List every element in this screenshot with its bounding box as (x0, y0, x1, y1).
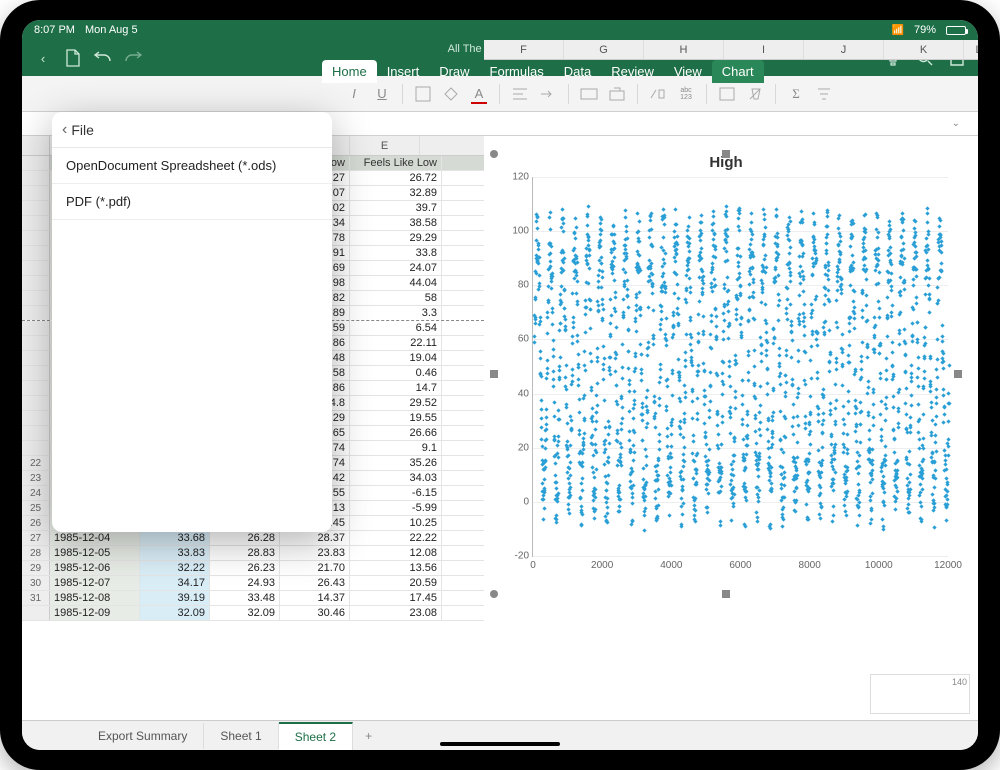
popover-back-label[interactable]: File (71, 122, 94, 138)
table-row[interactable]: 281985-12-0533.8328.8323.8312.08 (22, 546, 484, 561)
y-tick: 60 (503, 334, 529, 345)
sheet-tab-export-summary[interactable]: Export Summary (82, 723, 204, 749)
x-tick: 0 (530, 560, 536, 571)
sort-filter-icon[interactable] (812, 82, 836, 106)
tab-insert[interactable]: Insert (377, 60, 430, 83)
y-tick: -20 (503, 551, 529, 562)
resize-handle[interactable] (490, 590, 498, 598)
insert-icon[interactable] (605, 82, 629, 106)
separator (568, 84, 569, 104)
add-sheet-button[interactable]: + (353, 723, 384, 749)
resize-handle[interactable] (722, 150, 730, 158)
home-indicator[interactable] (440, 742, 560, 746)
x-tick: 10000 (865, 560, 893, 571)
tab-home[interactable]: Home (322, 60, 377, 83)
x-tick: 8000 (799, 560, 821, 571)
col-e-header[interactable]: E (350, 136, 420, 155)
export-pdf-item[interactable]: PDF (*.pdf) (52, 184, 332, 220)
italic-button[interactable]: I (342, 82, 366, 106)
fill-color-icon[interactable] (439, 82, 463, 106)
table-row[interactable]: 301985-12-0734.1724.9326.4320.59 (22, 576, 484, 591)
export-ods-item[interactable]: OpenDocument Spreadsheet (*.ods) (52, 148, 332, 184)
secondary-chart-label: 140 (952, 677, 967, 687)
number-format-icon[interactable] (646, 82, 670, 106)
separator (499, 84, 500, 104)
text-direction-icon[interactable] (536, 82, 560, 106)
x-tick: 12000 (934, 560, 962, 571)
separator (402, 84, 403, 104)
cell-style-icon[interactable] (715, 82, 739, 106)
redo-icon[interactable] (122, 47, 144, 69)
chevron-left-icon[interactable]: ‹ (62, 121, 67, 139)
separator (637, 84, 638, 104)
col-e-title: Feels Like Low (350, 156, 442, 170)
y-tick: 120 (503, 172, 529, 183)
separator (775, 84, 776, 104)
col-k-header[interactable]: K (884, 40, 964, 59)
y-tick: 80 (503, 280, 529, 291)
secondary-chart-box[interactable]: 140 (870, 674, 970, 714)
col-g-header[interactable]: G (564, 40, 644, 59)
clear-icon[interactable] (743, 82, 767, 106)
chart-plot[interactable]: -200204060801001200200040006000800010000… (532, 177, 948, 557)
resize-handle[interactable] (722, 590, 730, 598)
tab-chart[interactable]: Chart (712, 60, 764, 83)
col-j-header[interactable]: J (804, 40, 884, 59)
x-tick: 4000 (660, 560, 682, 571)
col-i-header[interactable]: I (724, 40, 804, 59)
sheet-tab-sheet1[interactable]: Sheet 1 (204, 723, 278, 749)
tab-formulas[interactable]: Formulas (480, 60, 554, 83)
sheet-tab-sheet2[interactable]: Sheet 2 (279, 722, 353, 750)
file-export-popover: ‹ File OpenDocument Spreadsheet (*.ods) … (52, 112, 332, 532)
tab-review[interactable]: Review (601, 60, 664, 83)
resize-handle[interactable] (490, 370, 498, 378)
expand-formula-icon[interactable]: ⌄ (952, 118, 960, 129)
separator (706, 84, 707, 104)
resize-handle[interactable] (490, 150, 498, 158)
chart-object[interactable]: High -2002040608010012002000400060008000… (494, 154, 958, 594)
col-l-header[interactable]: L (964, 40, 978, 59)
table-row[interactable]: 271985-12-0433.6826.2828.3722.22 (22, 531, 484, 546)
table-row[interactable]: 291985-12-0632.2226.2321.7013.56 (22, 561, 484, 576)
status-time: 8:07 PM (34, 24, 75, 36)
x-tick: 2000 (591, 560, 613, 571)
battery-icon (946, 26, 966, 35)
table-row[interactable]: 1985-12-0932.0932.0930.4623.08 (22, 606, 484, 621)
abc-icon[interactable]: abc123 (674, 82, 698, 106)
underline-button[interactable]: U (370, 82, 394, 106)
status-bar: 8:07 PM Mon Aug 5 79% (22, 20, 978, 40)
autosum-icon[interactable]: Σ (784, 82, 808, 106)
chart-area: F G H I J K L High -20020406080100 (484, 136, 978, 720)
y-tick: 100 (503, 226, 529, 237)
col-h-header[interactable]: H (644, 40, 724, 59)
y-tick: 0 (503, 496, 529, 507)
align-icon[interactable] (508, 82, 532, 106)
wifi-icon (892, 24, 904, 36)
y-tick: 20 (503, 442, 529, 453)
tab-draw[interactable]: Draw (429, 60, 479, 83)
table-row[interactable]: 311985-12-0839.1933.4814.3717.45 (22, 591, 484, 606)
undo-icon[interactable] (92, 47, 114, 69)
x-tick: 6000 (729, 560, 751, 571)
ribbon-tabs: Home Insert Draw Formulas Data Review Vi… (322, 60, 764, 83)
back-icon[interactable]: ‹ (32, 47, 54, 69)
font-color-icon[interactable]: A (467, 82, 491, 106)
border-icon[interactable] (411, 82, 435, 106)
tab-data[interactable]: Data (554, 60, 601, 83)
merge-icon[interactable] (577, 82, 601, 106)
col-f-header[interactable]: F (484, 40, 564, 59)
battery-percent: 79% (914, 24, 936, 36)
status-date: Mon Aug 5 (85, 24, 138, 36)
file-icon[interactable] (62, 47, 84, 69)
y-tick: 40 (503, 388, 529, 399)
popover-header[interactable]: ‹ File (52, 112, 332, 148)
resize-handle[interactable] (954, 370, 962, 378)
tab-view[interactable]: View (664, 60, 712, 83)
